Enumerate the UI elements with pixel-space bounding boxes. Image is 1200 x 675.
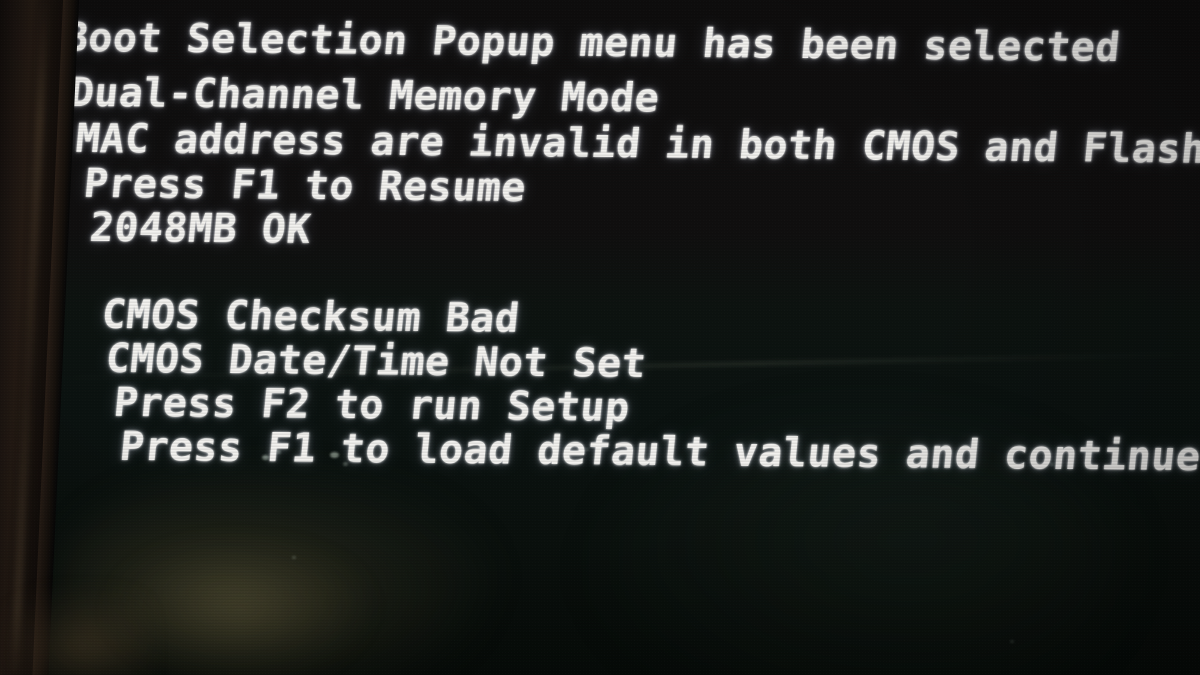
bezel-bottom-reflection — [0, 590, 150, 675]
post-line-press-f1-resume: Press F1 to Resume — [81, 161, 529, 212]
post-message-area: Boot Selection Popup menu has been selec… — [0, 0, 1200, 675]
post-line-memory-size: 2048MB OK — [87, 205, 314, 254]
post-line-cmos-checksum: CMOS Checksum Bad — [99, 292, 522, 343]
post-line-boot-selection: Boot Selection Popup menu has been selec… — [61, 15, 1123, 72]
post-line-cmos-datetime: CMOS Date/Time Not Set — [103, 336, 649, 388]
post-line-press-f1-defaults: Press F1 to load default values and cont… — [117, 424, 1200, 481]
monitor-photo: Boot Selection Popup menu has been selec… — [0, 0, 1200, 675]
post-line-memory-mode: Dual-Channel Memory Mode — [67, 70, 662, 122]
post-line-press-f2-setup: Press F2 to run Setup — [111, 380, 632, 431]
